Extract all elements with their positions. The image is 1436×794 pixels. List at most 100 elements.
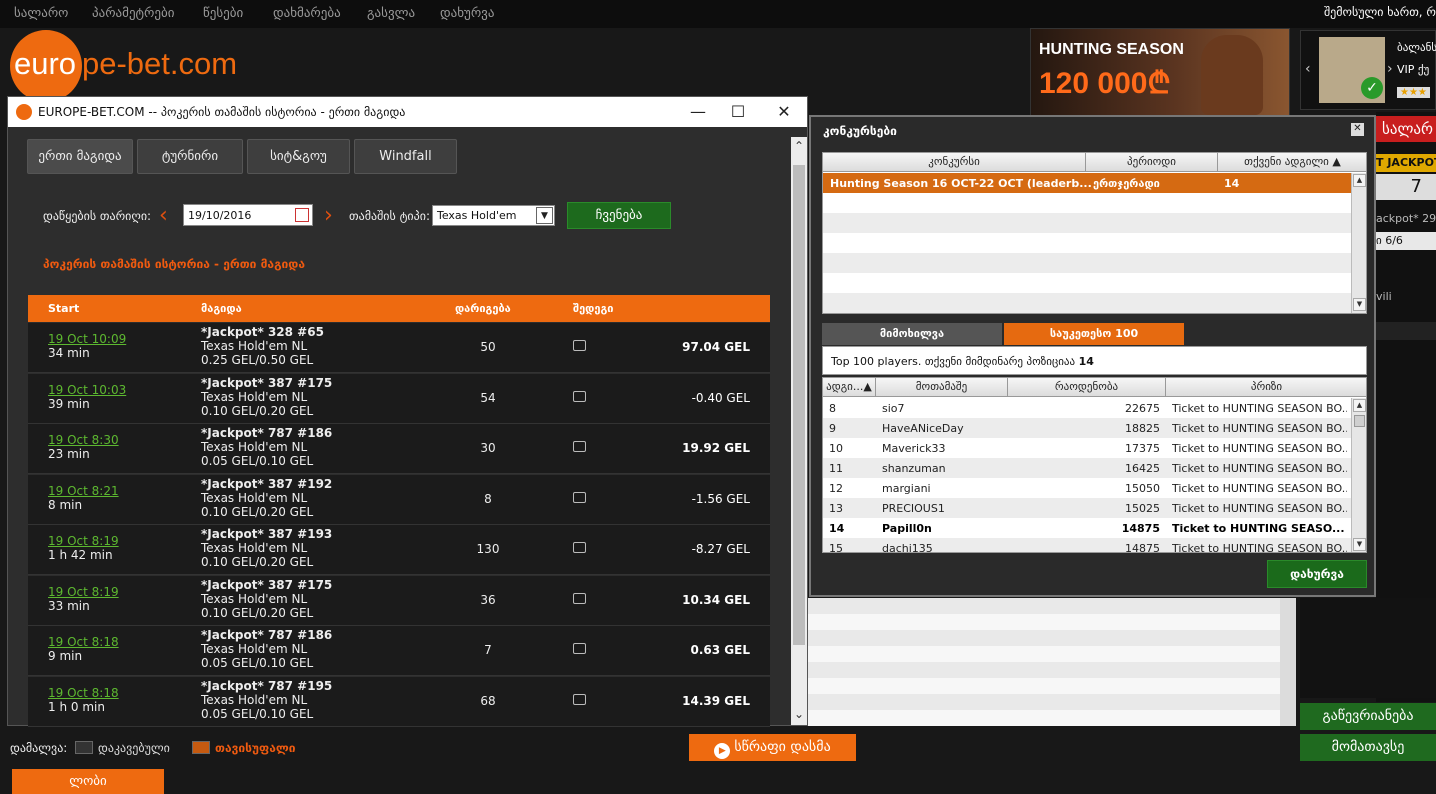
show-button[interactable]: ჩვენება xyxy=(567,202,671,229)
menu-item-logout[interactable]: გასვლა xyxy=(367,6,415,21)
minimize-icon[interactable]: — xyxy=(686,101,710,123)
table-row[interactable] xyxy=(823,193,1351,213)
replay-icon[interactable] xyxy=(573,441,586,452)
scroll-down-icon[interactable]: ▼ xyxy=(1353,538,1366,551)
site-logo[interactable]: euro pe-bet.com xyxy=(10,30,270,102)
table-row[interactable]: 19 Oct 8:30 23 min *Jackpot* 787 #186 Texas… xyxy=(28,424,770,474)
replay-icon[interactable] xyxy=(573,643,586,654)
col-result[interactable]: შედეგი xyxy=(573,302,614,315)
replay-icon[interactable] xyxy=(573,390,586,402)
scroll-thumb[interactable] xyxy=(1354,415,1365,427)
lobby-scrollbar[interactable] xyxy=(1280,598,1296,726)
promo-next-icon[interactable]: › xyxy=(1387,61,1393,77)
table-row[interactable] xyxy=(823,273,1351,293)
join-button[interactable]: გაწევრიანება xyxy=(1300,703,1436,730)
list-item[interactable] xyxy=(806,598,1280,614)
list-item[interactable] xyxy=(806,694,1280,710)
tab-single-table[interactable]: ერთი მაგიდა xyxy=(27,139,133,174)
leaderboard-scrollbar[interactable]: ▲ ▼ xyxy=(1351,398,1366,552)
scroll-down-icon[interactable]: ⌄ xyxy=(791,707,807,721)
list-item[interactable] xyxy=(806,630,1280,646)
col-table[interactable]: მაგიდა xyxy=(201,302,242,315)
col-contest[interactable]: კონკურსი xyxy=(823,153,1086,172)
scroll-up-icon[interactable]: ▲ xyxy=(1353,399,1366,412)
list-item[interactable] xyxy=(806,710,1280,726)
waitlist-button[interactable]: მომათავსე xyxy=(1300,734,1436,761)
table-row[interactable] xyxy=(823,253,1351,273)
replay-icon[interactable] xyxy=(573,592,586,604)
table-row[interactable]: 8 sio7 22675 Ticket to HUNTING SEASON BO... xyxy=(823,398,1351,418)
list-item[interactable] xyxy=(806,678,1280,694)
scroll-up-icon[interactable]: ▲ xyxy=(1353,174,1366,187)
history-scrollbar[interactable]: ⌃ ⌄ xyxy=(791,137,807,725)
menu-item-rules[interactable]: წესები xyxy=(203,6,243,21)
col-prize[interactable]: პრიზი xyxy=(1166,378,1366,397)
close-icon[interactable]: ✕ xyxy=(772,101,796,123)
table-row[interactable] xyxy=(823,293,1351,313)
menu-item-cashier[interactable]: სალარო xyxy=(14,6,68,21)
row-start-time[interactable]: 19 Oct 8:19 xyxy=(48,585,119,599)
table-row[interactable]: 12 margiani 15050 Ticket to HUNTING SEASON … xyxy=(823,478,1351,498)
hunting-season-banner[interactable]: HUNTING SEASON 120 000₾ xyxy=(1030,28,1290,116)
free-toggle[interactable] xyxy=(192,741,210,754)
row-start-time[interactable]: 19 Oct 8:21 xyxy=(48,484,119,498)
replay-icon[interactable] xyxy=(573,542,586,553)
table-row[interactable]: 19 Oct 10:03 39 min *Jackpot* 387 #175 Texa… xyxy=(28,373,770,424)
replay-icon[interactable] xyxy=(573,491,586,503)
table-row[interactable]: 13 PRECIOUS1 15025 Ticket to HUNTING SEASON… xyxy=(823,498,1351,518)
table-row[interactable]: 15 dachi135 14875 Ticket to HUNTING SEASON … xyxy=(823,538,1351,552)
game-type-select[interactable]: Texas Hold'em ▼ xyxy=(432,205,555,226)
close-icon[interactable]: ✕ xyxy=(1351,123,1364,136)
list-item[interactable] xyxy=(806,662,1280,678)
scroll-up-icon[interactable]: ⌃ xyxy=(791,139,807,153)
col-place[interactable]: ადგი...▲ xyxy=(823,378,876,397)
table-row[interactable]: 19 Oct 8:18 1 h 0 min *Jackpot* 787 #195 Te… xyxy=(28,676,770,727)
tab-top-100[interactable]: საუკეთესო 100 xyxy=(1004,323,1184,345)
table-row[interactable]: 11 shanzuman 16425 Ticket to HUNTING SEASON… xyxy=(823,458,1351,478)
col-count[interactable]: რაოდენობა xyxy=(1008,378,1166,397)
menu-item-help[interactable]: დახმარება xyxy=(273,6,341,21)
row-start-time[interactable]: 19 Oct 8:30 xyxy=(48,433,119,447)
chevron-down-icon[interactable]: ▼ xyxy=(536,207,553,224)
row-start-time[interactable]: 19 Oct 8:19 xyxy=(48,534,119,548)
menu-item-settings[interactable]: პარამეტრები xyxy=(92,6,174,21)
scroll-down-icon[interactable]: ▼ xyxy=(1353,298,1366,311)
cashier-button[interactable]: სალარ xyxy=(1376,116,1436,142)
table-row[interactable]: 9 HaveANiceDay 18825 Ticket to HUNTING SEAS… xyxy=(823,418,1351,438)
menu-item-close[interactable]: დახურვა xyxy=(440,6,494,21)
table-row[interactable]: Hunting Season 16 OCT-22 OCT (leaderb...… xyxy=(823,173,1351,193)
table-row[interactable]: 19 Oct 8:21 8 min *Jackpot* 387 #192 Texas … xyxy=(28,474,770,525)
fast-seat-button[interactable]: ▶ სწრაფი დასმა xyxy=(689,734,856,761)
calendar-icon[interactable] xyxy=(295,208,309,222)
list-item[interactable] xyxy=(806,614,1280,630)
col-start[interactable]: Start xyxy=(48,302,79,315)
next-date-icon[interactable]: › xyxy=(324,203,333,228)
table-row[interactable]: 14 Papill0n 14875 Ticket to HUNTING SEASO..… xyxy=(823,518,1351,538)
close-button[interactable]: დახურვა xyxy=(1267,560,1367,588)
maximize-icon[interactable]: ☐ xyxy=(726,101,750,123)
row-start-time[interactable]: 19 Oct 10:09 xyxy=(48,332,126,346)
lobby-button[interactable]: ლობი xyxy=(12,769,164,794)
col-player[interactable]: მოთამაშე xyxy=(876,378,1008,397)
col-your-place[interactable]: თქვენი ადგილი ▲ xyxy=(1218,153,1366,172)
prev-date-icon[interactable]: ‹ xyxy=(159,203,168,228)
replay-icon[interactable] xyxy=(573,340,586,351)
tab-tournament[interactable]: ტურნირი xyxy=(137,139,243,174)
window-titlebar[interactable]: EUROPE-BET.COM -- პოკერის თამაშის ისტორი… xyxy=(8,97,807,127)
row-start-time[interactable]: 19 Oct 8:18 xyxy=(48,686,119,700)
tab-overview[interactable]: მიმოხილვა xyxy=(822,323,1002,345)
right-row[interactable] xyxy=(1376,322,1436,340)
contests-scrollbar[interactable]: ▲ ▼ xyxy=(1351,173,1366,313)
promo-prev-icon[interactable]: ‹ xyxy=(1305,61,1311,77)
col-period[interactable]: პერიოდი xyxy=(1086,153,1218,172)
table-row[interactable] xyxy=(823,213,1351,233)
tab-sitngo[interactable]: სიტ&გოუ xyxy=(247,139,350,174)
row-start-time[interactable]: 19 Oct 10:03 xyxy=(48,383,126,397)
table-row[interactable]: 10 Maverick33 17375 Ticket to HUNTING SEASO… xyxy=(823,438,1351,458)
list-item[interactable] xyxy=(806,646,1280,662)
table-row[interactable]: 19 Oct 8:18 9 min *Jackpot* 787 #186 Texas … xyxy=(28,626,770,676)
row-start-time[interactable]: 19 Oct 8:18 xyxy=(48,635,119,649)
start-date-input[interactable]: 19/10/2016 xyxy=(183,204,313,226)
tab-windfall[interactable]: Windfall xyxy=(354,139,457,174)
table-row[interactable]: 19 Oct 8:19 1 h 42 min *Jackpot* 387 #193 T… xyxy=(28,525,770,575)
